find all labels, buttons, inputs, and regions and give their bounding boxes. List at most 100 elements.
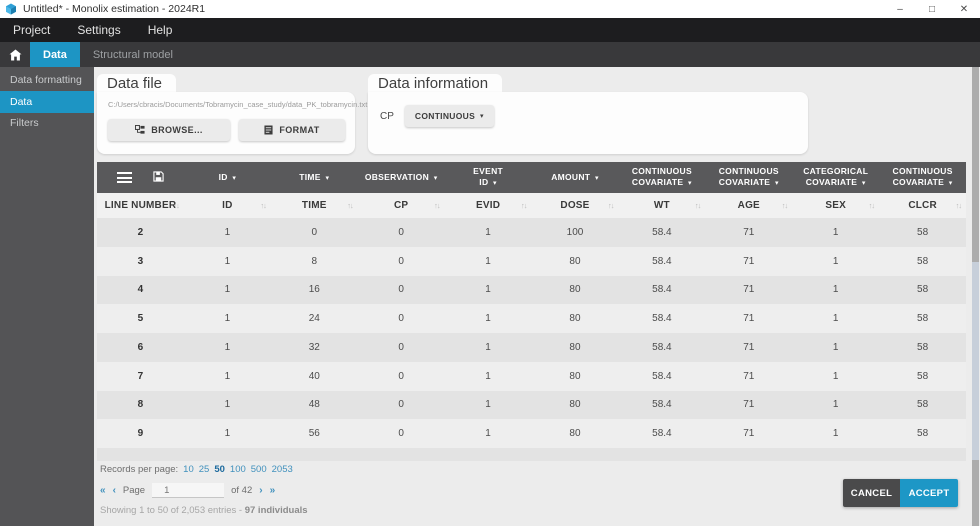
minimize-icon[interactable]: – [884, 0, 916, 18]
page-input[interactable] [152, 483, 224, 498]
table-cell: 80 [532, 333, 619, 362]
sidebar: Data formatting Data Filters [0, 67, 94, 526]
table-row: 2100110058.471158 [97, 218, 966, 247]
menu-help[interactable]: Help [148, 23, 173, 37]
sort-icon[interactable]: ↑↓ [608, 201, 614, 210]
table-cell: 9 [97, 419, 184, 448]
data-file-title: Data file [97, 74, 176, 92]
table-cell: 58 [879, 391, 966, 420]
table-cell: 8 [97, 391, 184, 420]
column-type-dropdown[interactable]: TIME ▾ [271, 162, 358, 193]
table-body: 2100110058.471158318018058.4711584116018… [97, 218, 966, 448]
table-cell: 1 [445, 419, 532, 448]
menu-settings[interactable]: Settings [77, 23, 120, 37]
column-header[interactable]: AGE ↑↓ [705, 193, 792, 218]
sort-icon[interactable]: ↑↓ [434, 201, 440, 210]
table-cell: 0 [358, 247, 445, 276]
table-cell: 1 [792, 419, 879, 448]
save-icon[interactable] [153, 169, 164, 187]
table-cell: 1 [184, 247, 271, 276]
table-cell: 24 [271, 304, 358, 333]
table-cell: 58.4 [618, 333, 705, 362]
column-type-dropdown[interactable]: OBSERVATION ▾ [358, 162, 445, 193]
home-tab[interactable] [0, 42, 30, 67]
table-cell: 58 [879, 276, 966, 305]
table-cell: 0 [358, 419, 445, 448]
scrollbar-thumb[interactable] [972, 262, 979, 460]
column-type-dropdown[interactable]: CATEGORICAL COVARIATE ▾ [792, 162, 879, 193]
column-type-dropdown[interactable]: AMOUNT ▾ [532, 162, 619, 193]
cp-type-value: CONTINUOUS [415, 111, 475, 121]
format-label: FORMAT [279, 125, 319, 135]
format-button[interactable]: FORMAT [239, 119, 345, 141]
caret-down-icon: ▾ [862, 180, 866, 187]
table-cell: 56 [271, 419, 358, 448]
column-header[interactable]: DOSE↑↓ [532, 193, 619, 218]
cancel-button[interactable]: CANCEL [843, 479, 900, 507]
data-file-card: C:/Users/cbracis/Documents/Tobramycin_ca… [97, 92, 355, 154]
table-row: 6132018058.471158 [97, 333, 966, 362]
next-page-icon[interactable]: › [259, 485, 262, 496]
vertical-scrollbar[interactable] [972, 67, 979, 526]
column-header-label: AGE [738, 200, 760, 211]
column-header[interactable]: CP↑↓ [358, 193, 445, 218]
first-page-icon[interactable]: « [100, 485, 106, 496]
column-header[interactable]: ID↑↓ [184, 193, 271, 218]
table-cell: 0 [358, 391, 445, 420]
column-type-dropdown[interactable]: CONTINUOUS COVARIATE ▾ [879, 162, 966, 193]
column-type-dropdown[interactable]: CONTINUOUS COVARIATE ▾ [705, 162, 792, 193]
records-option[interactable]: 50 [214, 464, 225, 475]
accept-button[interactable]: ACCEPT [900, 479, 958, 507]
column-header[interactable]: LINE NUMBER↑↓ [97, 193, 184, 218]
column-header[interactable]: SEX↑↓ [792, 193, 879, 218]
sidebar-item-filters[interactable]: Filters [0, 113, 94, 134]
sort-icon[interactable]: ↑↓ [521, 201, 527, 210]
table-cell: 1 [184, 333, 271, 362]
tab-data[interactable]: Data [30, 42, 80, 67]
sort-icon[interactable]: ↑↓ [173, 201, 179, 210]
table-cell: 0 [358, 304, 445, 333]
column-type-dropdown[interactable]: CONTINUOUS COVARIATE ▾ [618, 162, 705, 193]
cp-type-dropdown[interactable]: CONTINUOUS ▾ [405, 105, 494, 127]
close-icon[interactable]: ✕ [948, 0, 980, 18]
records-option[interactable]: 500 [251, 464, 267, 475]
sort-icon[interactable]: ↑↓ [695, 201, 701, 210]
column-type-dropdown[interactable]: EVENT ID ▾ [445, 162, 532, 193]
table-cell: 1 [184, 304, 271, 333]
column-header[interactable]: EVID↑↓ [445, 193, 532, 218]
sort-icon[interactable]: ↑↓ [956, 201, 962, 210]
caret-down-icon: ▾ [325, 175, 329, 182]
menu-icon[interactable] [117, 170, 132, 186]
records-option[interactable]: 25 [199, 464, 210, 475]
table-cell: 71 [705, 419, 792, 448]
sort-icon[interactable]: ↑↓ [260, 201, 266, 210]
records-option[interactable]: 10 [183, 464, 194, 475]
table-cell: 80 [532, 419, 619, 448]
sidebar-item-data-formatting[interactable]: Data formatting [0, 70, 94, 91]
column-type-dropdown[interactable]: ID ▾ [184, 162, 271, 193]
sort-icon[interactable]: ↑↓ [347, 201, 353, 210]
column-header-label: CLCR [908, 200, 937, 211]
sidebar-item-data[interactable]: Data [0, 91, 94, 113]
last-page-icon[interactable]: » [270, 485, 276, 496]
table-cell: 1 [445, 304, 532, 333]
maximize-icon[interactable]: □ [916, 0, 948, 18]
menu-bar: Project Settings Help [0, 18, 980, 42]
previous-page-icon[interactable]: ‹ [113, 485, 116, 496]
sort-icon[interactable]: ↑↓ [782, 201, 788, 210]
caret-down-icon: ▾ [775, 180, 779, 187]
browse-button[interactable]: BROWSE... [108, 119, 230, 141]
table-cell: 71 [705, 218, 792, 247]
menu-project[interactable]: Project [13, 23, 50, 37]
sort-icon[interactable]: ↑↓ [869, 201, 875, 210]
records-option[interactable]: 2053 [272, 464, 293, 475]
table-tools-cell [97, 162, 184, 193]
column-header[interactable]: CLCR ↑↓ [879, 193, 966, 218]
column-header[interactable]: TIME↑↓ [271, 193, 358, 218]
table-cell: 58 [879, 218, 966, 247]
column-header[interactable]: WT↑↓ [618, 193, 705, 218]
tab-structural-model[interactable]: Structural model [80, 42, 186, 67]
table-cell: 71 [705, 391, 792, 420]
table-cell: 1 [792, 362, 879, 391]
records-option[interactable]: 100 [230, 464, 246, 475]
